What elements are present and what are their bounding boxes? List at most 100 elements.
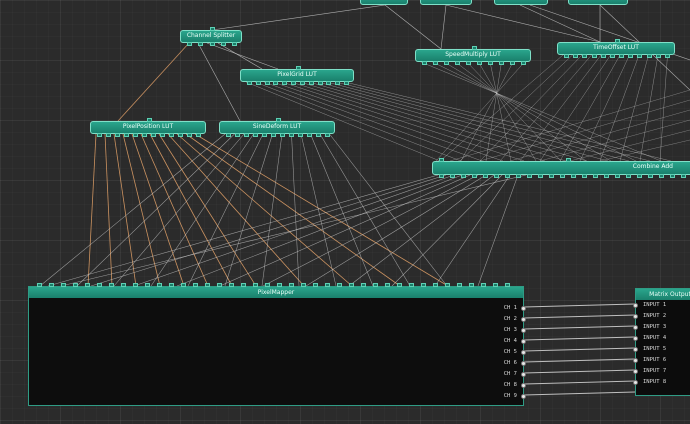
input-port[interactable] — [265, 283, 270, 287]
bottom-port[interactable] — [316, 133, 321, 137]
input-port[interactable] — [277, 283, 282, 287]
bottom-port[interactable] — [439, 174, 444, 178]
input-port[interactable] — [469, 283, 474, 287]
bottom-port[interactable] — [538, 174, 543, 178]
input-port[interactable] — [481, 283, 486, 287]
bottom-port[interactable] — [637, 54, 643, 58]
input-socket[interactable] — [633, 358, 638, 363]
bottom-port[interactable] — [450, 174, 455, 178]
bottom-port[interactable] — [527, 174, 532, 178]
bottom-port[interactable] — [655, 54, 661, 58]
bottom-port[interactable] — [220, 42, 226, 46]
bottom-port[interactable] — [648, 174, 653, 178]
input-port[interactable] — [241, 283, 246, 287]
input-port[interactable] — [109, 283, 114, 287]
bottom-port[interactable] — [299, 81, 305, 85]
input-port[interactable] — [181, 283, 186, 287]
input-port[interactable] — [157, 283, 162, 287]
bottom-port[interactable] — [516, 174, 521, 178]
bottom-port[interactable] — [160, 133, 165, 137]
bottom-port[interactable] — [253, 133, 258, 137]
bottom-port[interactable] — [488, 61, 493, 65]
input-port[interactable] — [445, 283, 450, 287]
bottom-port[interactable] — [422, 61, 427, 65]
bottom-port[interactable] — [291, 81, 297, 85]
bottom-port[interactable] — [317, 81, 323, 85]
top-port[interactable] — [472, 46, 477, 50]
bottom-port[interactable] — [142, 133, 147, 137]
input-socket[interactable] — [633, 336, 638, 341]
input-port[interactable] — [325, 283, 330, 287]
bottom-port[interactable] — [510, 61, 515, 65]
input-port[interactable] — [397, 283, 402, 287]
input-port[interactable] — [73, 283, 78, 287]
input-port[interactable] — [433, 283, 438, 287]
output-socket[interactable] — [521, 339, 526, 344]
input-socket[interactable] — [633, 380, 638, 385]
bottom-port[interactable] — [573, 54, 579, 58]
input-port[interactable] — [457, 283, 462, 287]
bottom-port[interactable] — [226, 133, 231, 137]
bottom-port[interactable] — [582, 54, 588, 58]
bottom-port[interactable] — [124, 133, 129, 137]
output-socket[interactable] — [521, 328, 526, 333]
output-socket[interactable] — [521, 394, 526, 399]
bottom-port[interactable] — [670, 174, 675, 178]
input-port[interactable] — [337, 283, 342, 287]
bottom-port[interactable] — [298, 133, 303, 137]
bottom-port[interactable] — [549, 174, 554, 178]
bottom-port[interactable] — [326, 81, 332, 85]
input-port[interactable] — [349, 283, 354, 287]
bottom-port[interactable] — [472, 174, 477, 178]
top-port[interactable] — [296, 66, 301, 70]
bottom-port[interactable] — [282, 81, 288, 85]
top-node-1[interactable] — [360, 0, 408, 5]
bottom-port[interactable] — [178, 133, 183, 137]
bottom-port[interactable] — [198, 42, 204, 46]
bottom-port[interactable] — [196, 133, 201, 137]
bottom-port[interactable] — [273, 81, 279, 85]
input-port[interactable] — [409, 283, 414, 287]
bottom-port[interactable] — [582, 174, 587, 178]
input-port[interactable] — [253, 283, 258, 287]
output-socket[interactable] — [521, 306, 526, 311]
bottom-port[interactable] — [325, 133, 330, 137]
input-port[interactable] — [169, 283, 174, 287]
input-port[interactable] — [289, 283, 294, 287]
bottom-port[interactable] — [604, 174, 609, 178]
bottom-port[interactable] — [591, 54, 597, 58]
input-socket[interactable] — [633, 347, 638, 352]
pixel-position-lut-node[interactable]: PixelPosition LUT — [90, 118, 206, 137]
bottom-port[interactable] — [466, 61, 471, 65]
bottom-port[interactable] — [646, 54, 652, 58]
time-offset-lut-node[interactable]: TimeOffset LUT — [557, 39, 675, 58]
matrix-output-node[interactable]: Matrix Output INPUT 1 INPUT 2 INPUT 3 INPUT… — [633, 288, 690, 396]
combine-add-node[interactable]: Combine Add — [432, 158, 690, 178]
bottom-port[interactable] — [444, 61, 449, 65]
bottom-port[interactable] — [615, 174, 620, 178]
input-port[interactable] — [49, 283, 54, 287]
bottom-port[interactable] — [255, 81, 261, 85]
input-socket[interactable] — [633, 303, 638, 308]
bottom-port[interactable] — [593, 174, 598, 178]
bottom-port[interactable] — [262, 133, 267, 137]
top-port[interactable] — [147, 118, 152, 122]
bottom-port[interactable] — [560, 174, 565, 178]
bottom-port[interactable] — [232, 42, 237, 46]
bottom-port[interactable] — [505, 174, 510, 178]
top-port[interactable] — [565, 158, 571, 162]
output-socket[interactable] — [521, 383, 526, 388]
bottom-port[interactable] — [97, 133, 102, 137]
output-socket[interactable] — [521, 317, 526, 322]
bottom-port[interactable] — [571, 174, 576, 178]
input-port[interactable] — [97, 283, 102, 287]
input-port[interactable] — [61, 283, 66, 287]
bottom-port[interactable] — [609, 54, 615, 58]
bottom-port[interactable] — [235, 133, 240, 137]
bottom-port[interactable] — [169, 133, 174, 137]
input-port[interactable] — [193, 283, 198, 287]
input-port[interactable] — [121, 283, 126, 287]
bottom-port[interactable] — [494, 174, 499, 178]
bottom-port[interactable] — [307, 133, 312, 137]
input-port[interactable] — [421, 283, 426, 287]
